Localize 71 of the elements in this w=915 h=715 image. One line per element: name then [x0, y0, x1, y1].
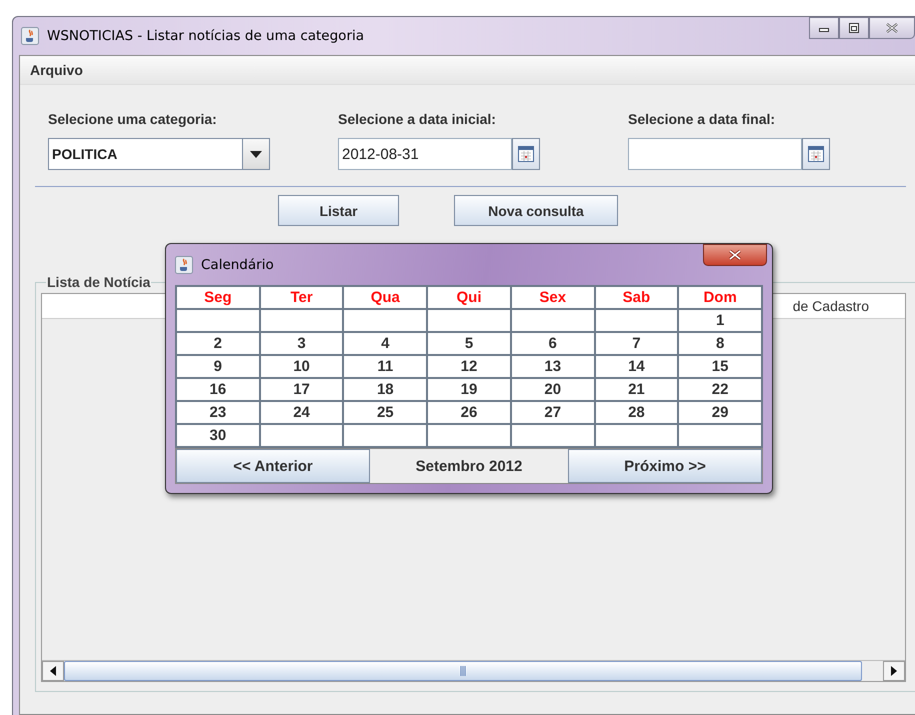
field-label: Selecione a data final:	[628, 111, 776, 127]
weekday-header: Dom	[679, 287, 761, 308]
date-field[interactable]	[628, 138, 802, 170]
weekday-header: Sab	[596, 287, 678, 308]
list-button[interactable]: Listar	[278, 195, 399, 226]
close-icon	[729, 250, 741, 260]
panel-title: Lista de Notícia	[46, 274, 152, 290]
new-query-button[interactable]: Nova consulta	[454, 195, 618, 226]
day-cell[interactable]: 1	[679, 310, 761, 331]
day-cell[interactable]: 25	[344, 402, 426, 423]
day-cell[interactable]: 15	[679, 356, 761, 377]
day-cell[interactable]: 17	[260, 379, 342, 400]
day-cell[interactable]: 12	[428, 356, 510, 377]
minimize-button[interactable]	[809, 17, 839, 39]
day-cell[interactable]: 26	[428, 402, 510, 423]
day-cell[interactable]: 2	[177, 333, 259, 354]
right-arrow-icon	[891, 666, 897, 676]
day-cell[interactable]: 16	[177, 379, 259, 400]
previous-button[interactable]: << Anterior	[176, 449, 370, 483]
day-cell[interactable]: 4	[344, 333, 426, 354]
weekday-header: Ter	[260, 287, 342, 308]
menu-item[interactable]: Arquivo	[28, 60, 85, 80]
maximize-icon	[849, 23, 859, 33]
maximize-button[interactable]	[839, 17, 869, 39]
day-cell[interactable]: 18	[344, 379, 426, 400]
date-field[interactable]: 2012-08-31	[338, 138, 512, 170]
next-button[interactable]: Próximo >>	[568, 449, 762, 483]
day-cell[interactable]: 27	[512, 402, 594, 423]
day-cell[interactable]: 5	[428, 333, 510, 354]
day-cell[interactable]: 8	[679, 333, 761, 354]
day-cell[interactable]: 13	[512, 356, 594, 377]
cup-icon	[175, 256, 193, 274]
calendar-icon	[807, 145, 825, 163]
weekday-header: Seg	[177, 287, 259, 308]
weekday-header: Qui	[428, 287, 510, 308]
horizontal-scrollbar[interactable]	[42, 660, 905, 681]
calendar-button[interactable]	[512, 138, 540, 170]
day-cell[interactable]: 19	[428, 379, 510, 400]
day-cell[interactable]: 20	[512, 379, 594, 400]
dialog-title: Calendário	[201, 256, 275, 272]
day-cell[interactable]: 10	[260, 356, 342, 377]
cup-icon	[21, 27, 39, 45]
weekday-header: Qua	[344, 287, 426, 308]
day-cell[interactable]: 21	[596, 379, 678, 400]
category-dropdown[interactable]: POLITICA	[48, 138, 270, 170]
day-cell[interactable]: 9	[177, 356, 259, 377]
window-title: WSNOTICIAS - Listar notícias de uma categoria	[47, 28, 366, 44]
day-cell[interactable]: 22	[679, 379, 761, 400]
close-button[interactable]	[703, 244, 767, 266]
day-cell[interactable]: 14	[596, 356, 678, 377]
close-icon	[886, 23, 898, 33]
day-cell[interactable]: 11	[344, 356, 426, 377]
day-cell[interactable]: 7	[596, 333, 678, 354]
month-label: Setembro 2012	[414, 456, 524, 476]
calendar-icon	[517, 145, 535, 163]
day-cell[interactable]: 24	[260, 402, 342, 423]
day-cell[interactable]: 29	[679, 402, 761, 423]
caret-icon	[250, 150, 262, 158]
day-cell[interactable]: 23	[177, 402, 259, 423]
field-label: Selecione a data inicial:	[338, 111, 497, 127]
day-cell[interactable]: 30	[177, 425, 259, 446]
day-cell[interactable]: 6	[512, 333, 594, 354]
calendar-button[interactable]	[802, 138, 830, 170]
day-cell[interactable]: 3	[260, 333, 342, 354]
field-label: Selecione uma categoria:	[48, 111, 218, 127]
close-button[interactable]	[869, 17, 915, 39]
day-cell[interactable]: 28	[596, 402, 678, 423]
column-header[interactable]: de Cadastro	[788, 294, 905, 318]
grip-icon	[460, 666, 466, 676]
left-arrow-icon	[50, 666, 56, 676]
weekday-header: Sex	[512, 287, 594, 308]
